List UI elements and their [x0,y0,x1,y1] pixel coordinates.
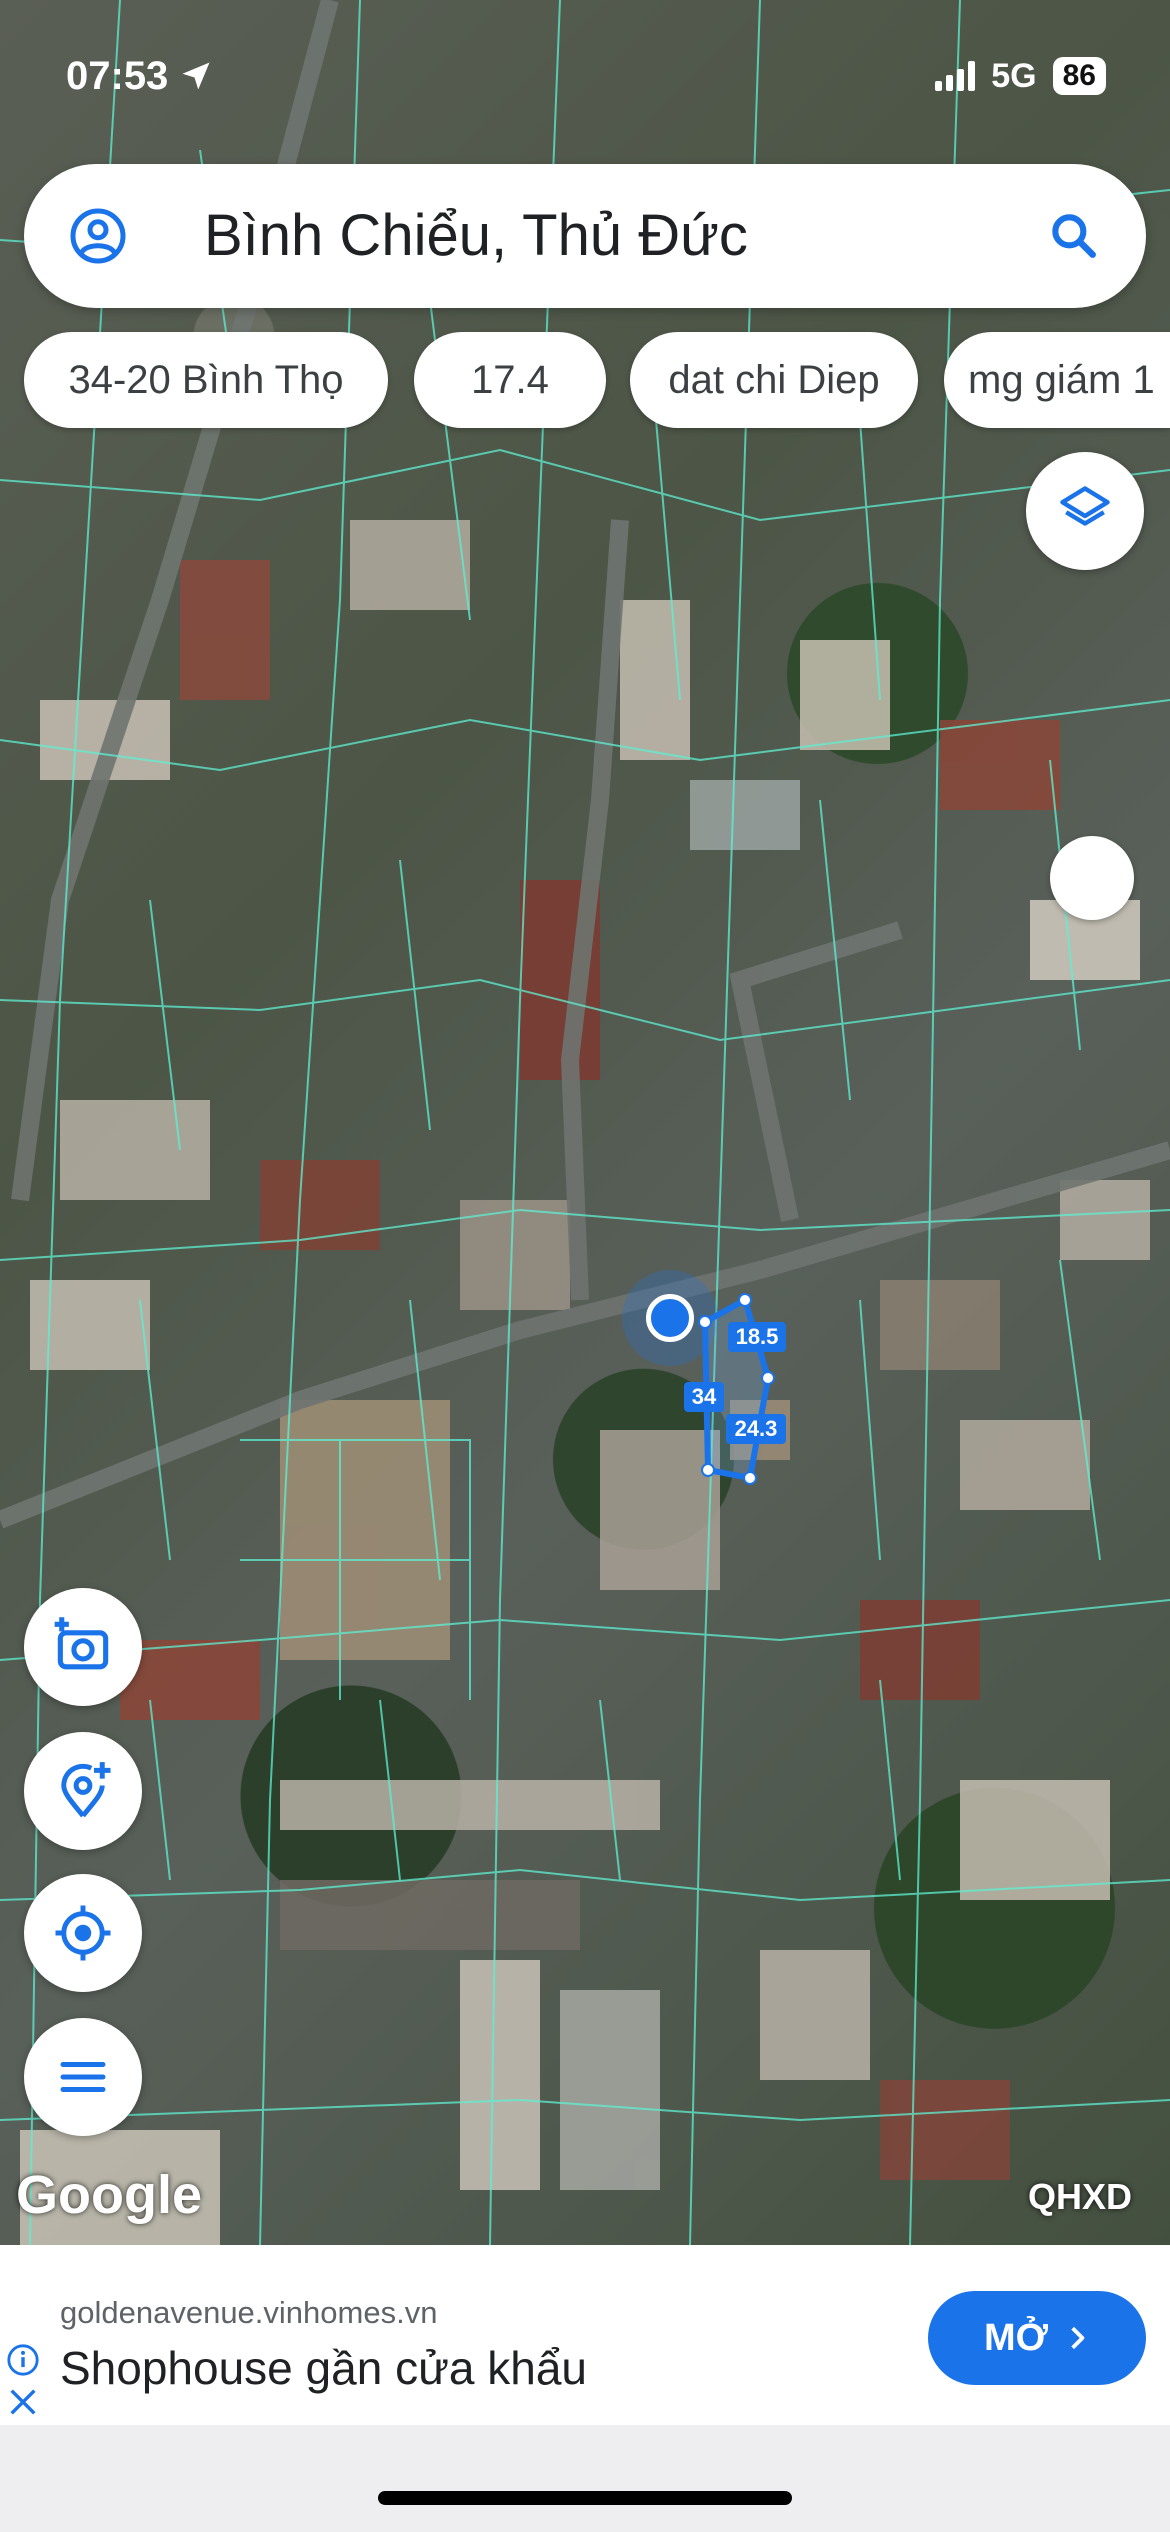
current-location-dot [646,1294,694,1342]
info-icon[interactable] [6,2343,40,2377]
close-icon[interactable] [6,2385,40,2419]
parcel-left-length: 34 [684,1382,724,1412]
battery-level: 86 [1052,57,1106,95]
layers-icon [1060,486,1110,526]
status-time: 07:53 [66,48,214,104]
search-bar[interactable]: Bình Chiểu, Thủ Đức [24,164,1146,308]
google-watermark: Google [16,2165,202,2225]
menu-button[interactable] [24,2018,142,2136]
search-icon[interactable] [1046,208,1102,264]
status-indicators: 5G 86 [935,48,1106,104]
location-arrow-icon [182,62,210,90]
parcel-top-length: 18.5 [728,1322,786,1352]
add-photo-icon [54,1617,109,1670]
ad-open-button[interactable]: MỞ [928,2291,1146,2385]
layers-button[interactable] [1026,452,1144,570]
layer-watermark: QHXD [1028,2176,1133,2217]
my-location-icon [55,1905,111,1961]
my-location-button[interactable] [24,1874,142,1992]
add-location-button[interactable] [24,1732,142,1850]
cellular-signal-icon [935,61,976,91]
chevron-right-icon [1071,2326,1085,2350]
ad-headline[interactable]: Shophouse gần cửa khẩu [60,2341,587,2395]
saved-chip[interactable]: dat chi Diep [630,332,918,428]
ad-open-label: MỞ [983,2316,1049,2359]
add-photo-button[interactable] [24,1588,142,1706]
scroll-handle[interactable] [1050,836,1134,920]
saved-chip[interactable]: 17.4 [414,332,606,428]
account-circle-icon[interactable] [68,206,128,266]
saved-chip[interactable]: mg giám 1 [944,332,1170,428]
search-query[interactable]: Bình Chiểu, Thủ Đức [204,202,748,269]
home-indicator-area [0,2425,1170,2532]
saved-chip[interactable]: 34-20 Bình Thọ [24,332,388,428]
add-location-icon [61,1762,111,1818]
ad-domain: goldenavenue.vinhomes.vn [60,2295,438,2330]
network-type: 5G [991,56,1037,95]
menu-icon [60,2062,106,2092]
parcel-right-length: 24.3 [726,1414,786,1444]
home-indicator[interactable] [378,2491,792,2505]
ad-banner[interactable]: goldenavenue.vinhomes.vn Shophouse gần c… [0,2245,1170,2425]
